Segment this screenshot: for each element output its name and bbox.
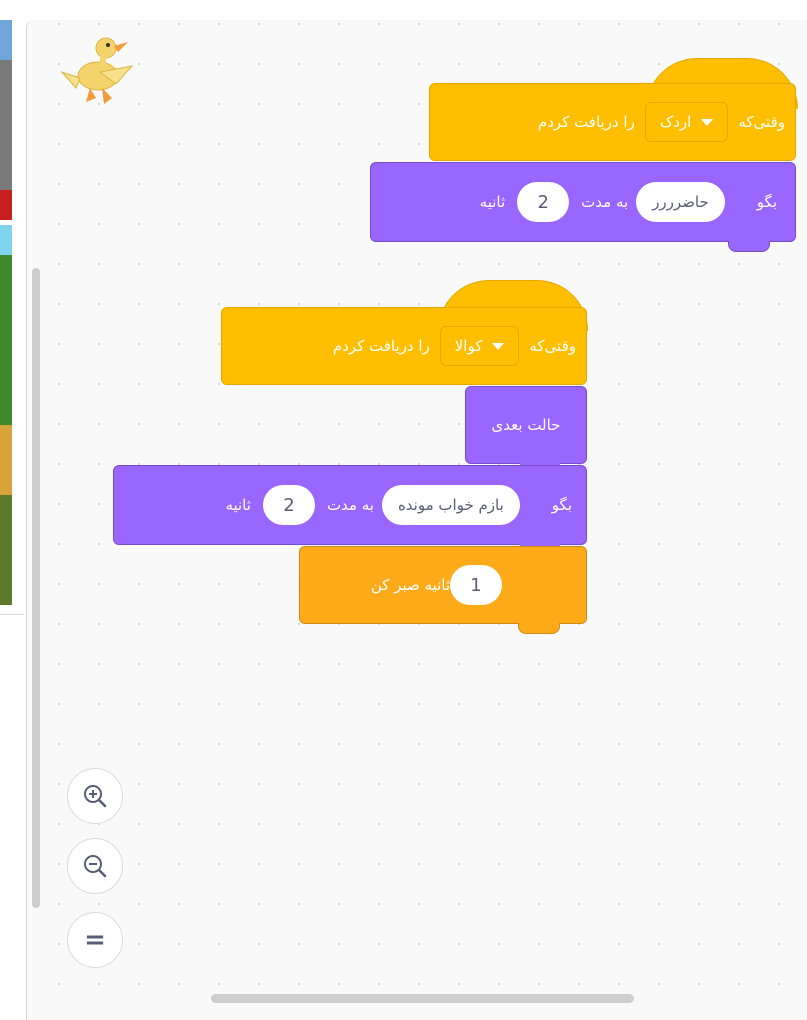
say-unit-label: ثانیه <box>225 496 251 514</box>
zoom-out-icon <box>84 855 107 878</box>
top-bar <box>0 0 807 20</box>
next-costume-label: حالت بعدی <box>491 416 561 434</box>
say-for-secs-block[interactable]: بگو بازم خواب مونده به مدت 2 ثانیه <box>113 465 587 545</box>
dropdown-arrow-icon <box>492 342 505 350</box>
message-dropdown[interactable]: اردک <box>644 102 729 142</box>
next-costume-block[interactable]: حالت بعدی <box>465 386 587 464</box>
stage-edge <box>0 0 26 1015</box>
wait-suffix-label: ثانیه صبر کن <box>370 576 450 594</box>
message-dropdown[interactable]: کوالا <box>439 326 520 366</box>
say-message-input[interactable]: حاضرررر <box>636 182 725 222</box>
zoom-out-button[interactable] <box>67 838 123 894</box>
duck-sprite-thumbnail <box>60 37 134 104</box>
say-message-input[interactable]: بازم خواب مونده <box>381 485 520 525</box>
block-notch <box>728 241 770 252</box>
wait-seconds-block[interactable]: 1 ثانیه صبر کن <box>299 546 587 624</box>
block-notch <box>518 623 560 634</box>
wait-seconds-input[interactable]: 1 <box>450 565 502 605</box>
zoom-reset-button[interactable]: = <box>67 912 123 968</box>
zoom-in-icon <box>84 785 107 808</box>
vertical-scrollbar[interactable] <box>32 268 40 908</box>
say-middle-label: به مدت <box>581 193 629 211</box>
say-seconds-input[interactable]: 2 <box>517 182 570 222</box>
hat-suffix: را دریافت کردم <box>537 113 635 131</box>
message-dropdown-value: کوالا <box>454 337 483 355</box>
hat-suffix: را دریافت کردم <box>332 337 430 355</box>
zoom-in-button[interactable] <box>67 768 123 824</box>
zoom-reset-label: = <box>84 925 106 955</box>
dropdown-arrow-icon <box>701 118 714 126</box>
say-unit-label: ثانیه <box>479 193 506 211</box>
say-verb: بگو <box>551 496 572 514</box>
hat-prefix: وقتی‌که <box>738 113 785 131</box>
when-i-receive-block[interactable]: وقتی‌که اردک را دریافت کردم <box>429 83 796 161</box>
horizontal-scrollbar[interactable] <box>211 994 634 1003</box>
say-verb: بگو <box>756 193 777 211</box>
hat-prefix: وقتی‌که <box>529 337 576 355</box>
sprite-pane-edge <box>0 614 24 1015</box>
say-for-secs-block[interactable]: بگو حاضرررر به مدت 2 ثانیه <box>370 162 796 242</box>
say-middle-label: به مدت <box>326 496 374 514</box>
message-dropdown-value: اردک <box>659 113 692 131</box>
when-i-receive-block[interactable]: وقتی‌که کوالا را دریافت کردم <box>221 307 587 385</box>
say-seconds-input[interactable]: 2 <box>262 485 315 525</box>
